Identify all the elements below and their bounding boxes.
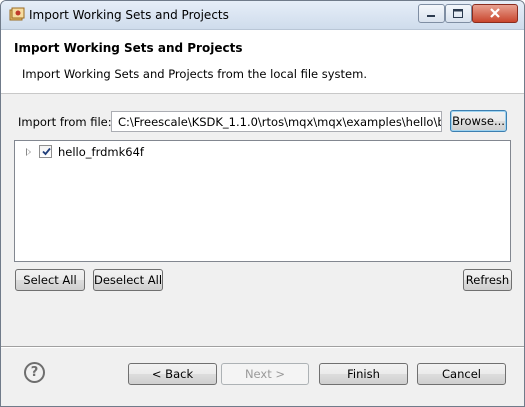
refresh-button[interactable]: Refresh — [463, 269, 512, 291]
close-icon — [490, 8, 500, 18]
wizard-header: Import Working Sets and Projects Import … — [1, 30, 524, 94]
app-icon — [9, 7, 25, 21]
project-checkbox[interactable] — [39, 145, 52, 158]
maximize-button[interactable] — [445, 4, 472, 23]
checkmark-icon — [42, 147, 51, 156]
maximize-icon — [453, 9, 463, 18]
window-title: Import Working Sets and Projects — [29, 8, 229, 22]
footer-separator — [1, 346, 524, 348]
import-from-file-label: Import from file: — [18, 115, 112, 129]
wizard-description: Import Working Sets and Projects from th… — [22, 67, 367, 81]
minimize-button[interactable] — [418, 4, 445, 23]
back-button[interactable]: < Back — [128, 363, 217, 385]
wizard-title: Import Working Sets and Projects — [14, 41, 243, 55]
finish-button[interactable]: Finish — [319, 363, 408, 385]
browse-button[interactable]: Browse... — [450, 110, 507, 132]
title-bar[interactable]: Import Working Sets and Projects — [1, 1, 524, 30]
close-button[interactable] — [472, 4, 518, 23]
cancel-button[interactable]: Cancel — [417, 363, 506, 385]
tree-item-label: hello_frdmk64f — [58, 145, 144, 159]
projects-tree[interactable]: hello_frdmk64f — [14, 140, 511, 262]
help-icon[interactable]: ? — [24, 362, 45, 383]
select-all-button[interactable]: Select All — [15, 269, 85, 291]
minimize-icon — [427, 15, 435, 17]
next-button[interactable]: Next > — [221, 363, 309, 385]
import-dialog: Import Working Sets and Projects Import … — [0, 0, 525, 407]
triangle-right-icon[interactable] — [26, 148, 31, 156]
import-path-input[interactable] — [111, 111, 442, 132]
deselect-all-button[interactable]: Deselect All — [93, 269, 163, 291]
